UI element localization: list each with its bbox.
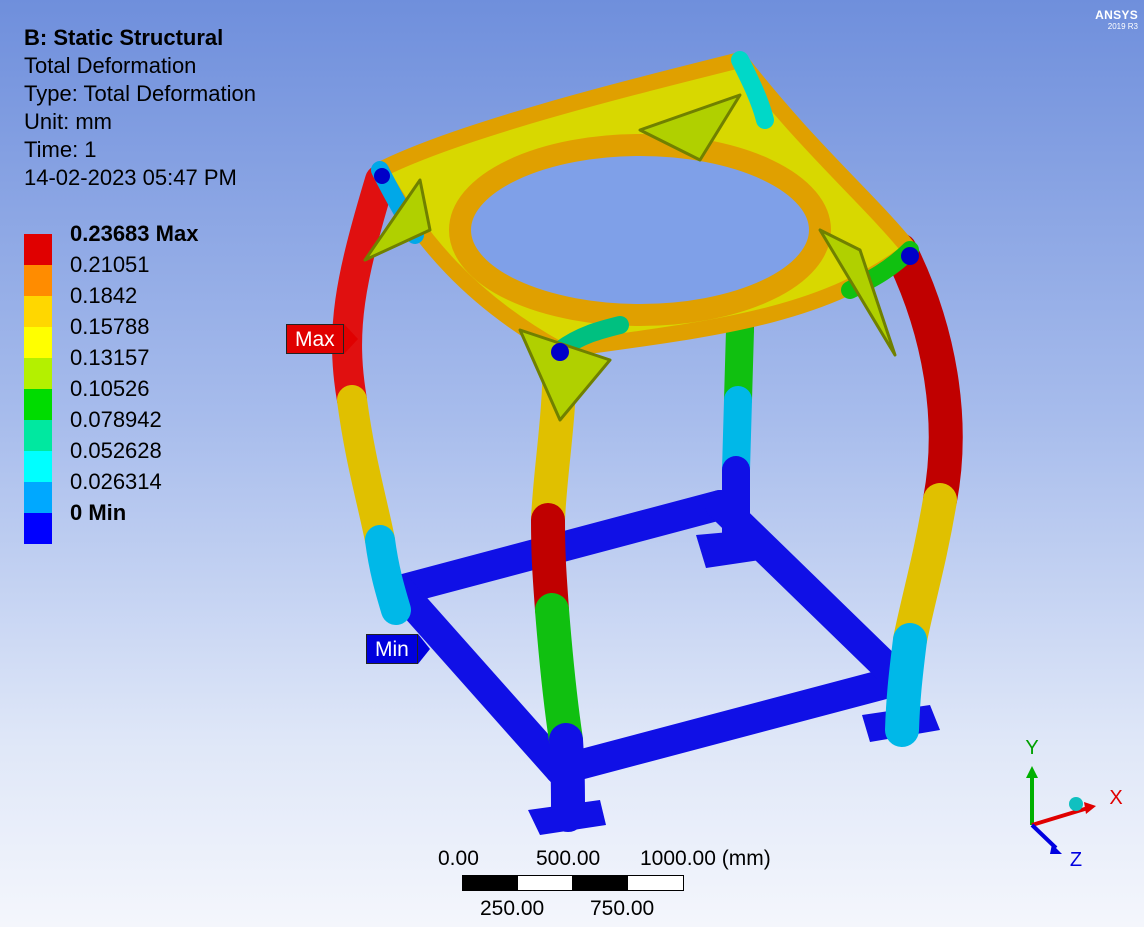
scale-tick-0: 0.00 — [438, 847, 479, 870]
scale-tick-500: 500.00 — [536, 847, 601, 870]
column-right — [883, 233, 963, 747]
scale-segment-3 — [572, 875, 628, 891]
y-arrowhead-icon — [1026, 766, 1038, 778]
min-probe-label: Min — [366, 634, 418, 664]
triad-origin-ball — [1069, 797, 1083, 811]
model-viewport[interactable] — [0, 0, 1144, 927]
scale-segment-2 — [517, 875, 573, 891]
x-axis-icon — [1031, 806, 1089, 827]
scale-tick-250: 250.00 — [480, 897, 545, 920]
max-probe-label: Max — [286, 324, 344, 354]
scale-tick-1000: 1000.00 (mm) — [640, 847, 771, 870]
min-probe-arrow — [417, 634, 430, 664]
triad-z-label: Z — [1070, 849, 1082, 871]
scale-segment-1 — [462, 875, 518, 891]
min-probe[interactable]: Min — [366, 634, 430, 664]
scale-bar: 0.00 500.00 1000.00 (mm) 250.00 750.00 — [420, 845, 820, 925]
max-probe-arrow — [343, 324, 358, 354]
scale-tick-750: 750.00 — [590, 897, 655, 920]
max-probe[interactable]: Max — [286, 324, 358, 354]
triad-x-label: X — [1109, 787, 1122, 809]
scale-segment-4 — [627, 875, 684, 891]
base-frame — [385, 490, 915, 785]
coordinate-triad[interactable]: Y X Z — [1000, 730, 1130, 880]
triad-y-label: Y — [1025, 737, 1038, 759]
top-frame — [371, 51, 919, 359]
x-arrowhead-icon — [1084, 802, 1096, 814]
column-front — [531, 333, 585, 832]
